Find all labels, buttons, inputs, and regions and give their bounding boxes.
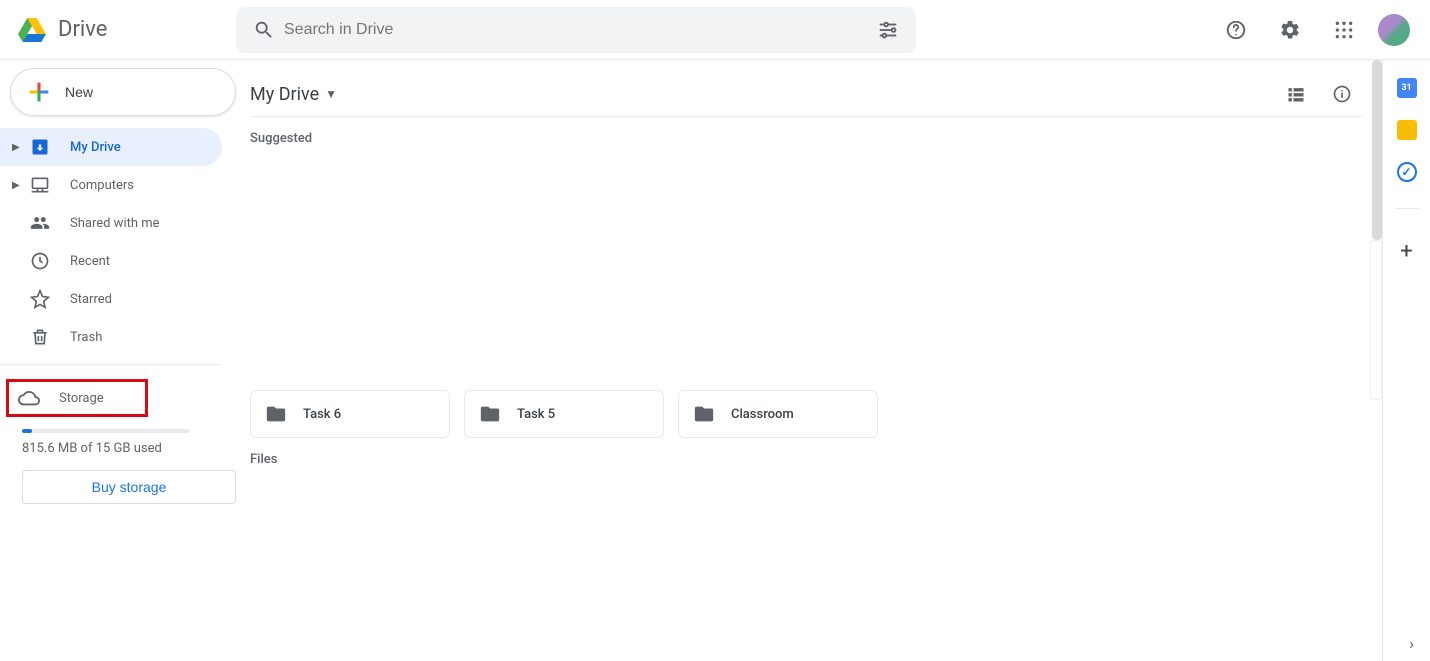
sidebar-item-label: Computers xyxy=(70,178,134,193)
folder-card[interactable]: Task 5 xyxy=(464,390,664,438)
sidebar-item-storage[interactable]: Storage xyxy=(6,379,148,417)
suggested-area xyxy=(250,160,1362,390)
sidebar-item-recent[interactable]: ▶ Recent xyxy=(0,242,222,280)
header: Drive xyxy=(0,0,1430,60)
search-options-icon[interactable] xyxy=(868,10,908,50)
side-panel: ✓ + xyxy=(1382,60,1430,661)
list-view-icon[interactable] xyxy=(1276,74,1316,114)
expand-icon[interactable]: ▶ xyxy=(12,180,22,191)
breadcrumb-label: My Drive xyxy=(250,84,319,105)
folder-name: Task 6 xyxy=(303,407,341,422)
drive-logo-icon xyxy=(12,10,52,50)
keep-icon[interactable] xyxy=(1397,120,1417,140)
plus-icon xyxy=(25,78,53,106)
collapse-panel-icon[interactable]: › xyxy=(1409,634,1414,653)
brand-name: Drive xyxy=(58,17,107,42)
sidebar-item-label: Trash xyxy=(70,330,102,345)
computers-icon xyxy=(28,173,52,197)
addons-plus-icon[interactable]: + xyxy=(1387,231,1427,271)
folder-name: Classroom xyxy=(731,407,794,422)
sidebar-item-computers[interactable]: ▶ Computers xyxy=(0,166,222,204)
files-label: Files xyxy=(250,452,1362,467)
main-content: My Drive ▼ Suggested Task 6 xyxy=(236,60,1382,661)
chevron-down-icon: ▼ xyxy=(325,87,337,101)
storage-bar xyxy=(22,429,190,433)
folder-card[interactable]: Task 6 xyxy=(250,390,450,438)
search-icon[interactable] xyxy=(244,10,284,50)
suggested-label: Suggested xyxy=(250,131,1362,146)
avatar[interactable] xyxy=(1378,14,1410,46)
shared-icon xyxy=(28,211,52,235)
new-button[interactable]: New xyxy=(10,68,236,116)
sidebar-item-trash[interactable]: ▶ Trash xyxy=(0,318,222,356)
folder-name: Task 5 xyxy=(517,407,555,422)
folder-icon xyxy=(479,403,501,425)
calendar-icon[interactable] xyxy=(1397,78,1417,98)
sidebar-item-label: Shared with me xyxy=(70,216,160,231)
my-drive-icon xyxy=(28,135,52,159)
search-bar xyxy=(236,7,916,53)
folder-icon xyxy=(693,403,715,425)
star-icon xyxy=(28,287,52,311)
recent-icon xyxy=(28,249,52,273)
info-icon[interactable] xyxy=(1322,74,1362,114)
folder-card[interactable]: Classroom xyxy=(678,390,878,438)
storage-usage-text: 815.6 MB of 15 GB used xyxy=(22,441,236,456)
header-right xyxy=(1216,10,1422,50)
gear-icon[interactable] xyxy=(1270,10,1310,50)
scrollbar-thumb[interactable] xyxy=(1372,60,1382,240)
apps-icon[interactable] xyxy=(1324,10,1364,50)
sidebar-item-my-drive[interactable]: ▶ My Drive xyxy=(0,128,222,166)
tasks-icon[interactable]: ✓ xyxy=(1397,162,1417,182)
storage-label: Storage xyxy=(59,391,104,406)
brand[interactable]: Drive xyxy=(12,10,236,50)
sidebar-item-label: Recent xyxy=(70,254,110,269)
folder-icon xyxy=(265,403,287,425)
sidebar-item-label: Starred xyxy=(70,292,112,307)
sidebar-item-starred[interactable]: ▶ Starred xyxy=(0,280,222,318)
sidebar-item-label: My Drive xyxy=(70,140,121,155)
expand-icon[interactable]: ▶ xyxy=(12,142,22,153)
sidebar-item-shared[interactable]: ▶ Shared with me xyxy=(0,204,222,242)
help-icon[interactable] xyxy=(1216,10,1256,50)
folders-row: Task 6 Task 5 Classroom xyxy=(250,390,1362,438)
trash-icon xyxy=(28,325,52,349)
buy-storage-button[interactable]: Buy storage xyxy=(22,470,236,504)
search-input[interactable] xyxy=(284,7,868,53)
new-button-label: New xyxy=(65,84,93,100)
breadcrumb[interactable]: My Drive ▼ xyxy=(250,84,337,105)
scrollbar-track[interactable] xyxy=(1370,240,1382,400)
cloud-icon xyxy=(17,386,41,410)
sidebar: New ▶ My Drive ▶ Computers ▶ xyxy=(0,60,236,661)
nav-list: ▶ My Drive ▶ Computers ▶ Shared with me xyxy=(0,128,222,356)
